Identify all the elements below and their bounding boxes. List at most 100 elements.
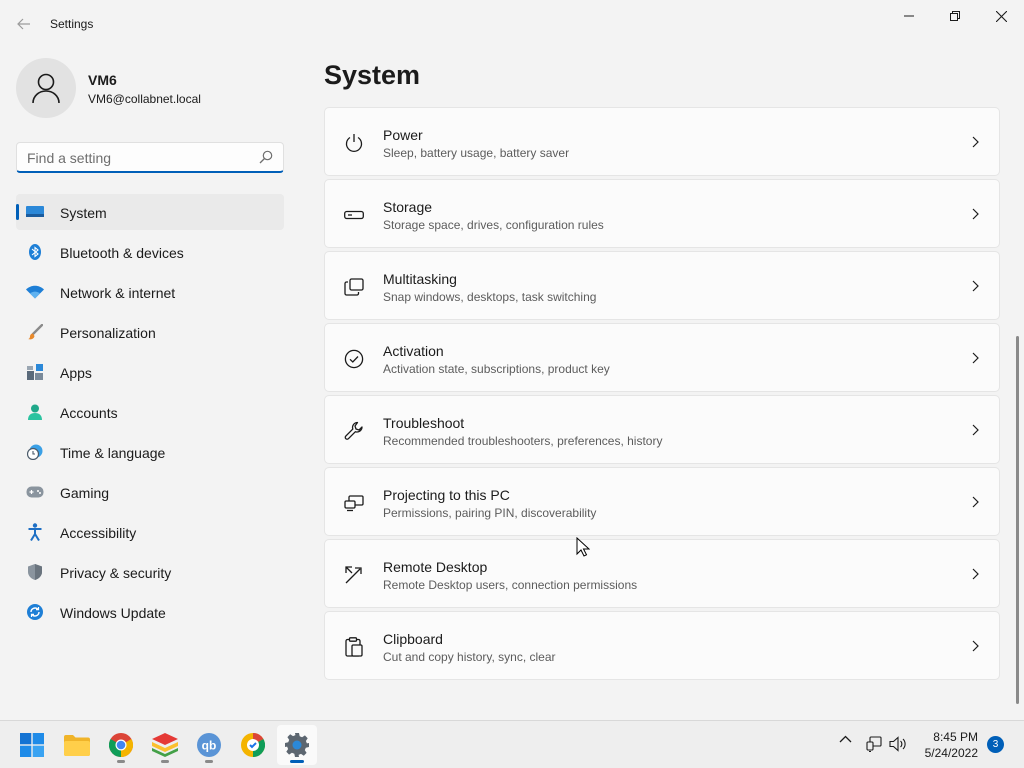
- card-description: Remote Desktop users, connection permiss…: [383, 578, 638, 592]
- clock-globe-icon: [26, 444, 44, 460]
- card-projecting[interactable]: Projecting to this PC Permissions, pairi…: [324, 467, 1000, 536]
- restore-icon: [950, 11, 960, 21]
- running-indicator: [117, 760, 125, 763]
- close-button[interactable]: [978, 4, 1024, 28]
- accessibility-icon: [26, 523, 44, 541]
- sidebar-item-label: Network & internet: [60, 285, 176, 301]
- network-icon[interactable]: [866, 736, 882, 752]
- notification-badge[interactable]: 3: [987, 736, 1004, 753]
- card-activation[interactable]: Activation Activation state, subscriptio…: [324, 323, 1000, 392]
- shield-icon: [26, 564, 44, 580]
- clock-time[interactable]: 8:45 PM: [916, 730, 978, 744]
- chevron-right-icon: [972, 280, 979, 292]
- restore-button[interactable]: [932, 4, 978, 28]
- avatar[interactable]: [16, 58, 76, 118]
- taskbar-settings[interactable]: [277, 725, 317, 765]
- taskbar-bluestacks[interactable]: [145, 725, 185, 765]
- gamepad-icon: [26, 484, 44, 500]
- sidebar-item-system[interactable]: System: [16, 194, 284, 230]
- card-title: Projecting to this PC: [383, 487, 510, 503]
- chevron-right-icon: [972, 208, 979, 220]
- sidebar-item-accounts[interactable]: Accounts: [16, 394, 284, 430]
- user-name: VM6: [88, 72, 117, 88]
- clipboard-icon: [343, 636, 365, 658]
- card-power[interactable]: Power Sleep, battery usage, battery save…: [324, 107, 1000, 176]
- taskbar-file-explorer[interactable]: [57, 725, 97, 765]
- storage-icon: [343, 204, 365, 226]
- sidebar-item-label: Privacy & security: [60, 565, 172, 581]
- chevron-right-icon: [972, 136, 979, 148]
- card-title: Activation: [383, 343, 444, 359]
- chrome-icon: [109, 733, 133, 757]
- sidebar-item-privacy-security[interactable]: Privacy & security: [16, 554, 284, 590]
- remote-desktop-icon: [343, 564, 365, 586]
- user-icon: [32, 73, 60, 104]
- volume-icon[interactable]: [889, 736, 907, 752]
- running-indicator: [161, 760, 169, 763]
- sidebar-item-time-language[interactable]: Time & language: [16, 434, 284, 470]
- sidebar-item-label: Time & language: [60, 445, 166, 461]
- chevron-right-icon: [972, 424, 979, 436]
- mouse-cursor-icon: [576, 537, 590, 557]
- search-icon[interactable]: [259, 150, 273, 164]
- power-icon: [343, 132, 365, 154]
- chevron-right-icon: [972, 496, 979, 508]
- sidebar-item-windows-update[interactable]: Windows Update: [16, 594, 284, 630]
- sidebar-item-gaming[interactable]: Gaming: [16, 474, 284, 510]
- card-multitasking[interactable]: Multitasking Snap windows, desktops, tas…: [324, 251, 1000, 320]
- card-title: Troubleshoot: [383, 415, 465, 431]
- taskbar-browser[interactable]: [233, 725, 273, 765]
- card-description: Snap windows, desktops, task switching: [383, 290, 597, 304]
- minimize-button[interactable]: [886, 4, 932, 28]
- apps-icon: [26, 364, 44, 380]
- sidebar-item-label: Bluetooth & devices: [60, 245, 184, 261]
- bluetooth-icon: [26, 244, 44, 260]
- card-clipboard[interactable]: Clipboard Cut and copy history, sync, cl…: [324, 611, 1000, 680]
- search-box[interactable]: [16, 142, 284, 173]
- sidebar-nav: System Bluetooth & devices Network & int…: [16, 194, 284, 634]
- taskbar-chrome[interactable]: [101, 725, 141, 765]
- back-button[interactable]: [10, 12, 38, 36]
- chevron-up-icon[interactable]: [839, 735, 852, 743]
- update-icon: [26, 604, 44, 620]
- card-title: Storage: [383, 199, 433, 215]
- multitasking-icon: [343, 276, 365, 298]
- page-title: System: [324, 60, 421, 90]
- account-icon: [26, 404, 44, 420]
- taskbar-qbittorrent[interactable]: qb: [189, 725, 229, 765]
- card-title: Remote Desktop: [383, 559, 488, 575]
- app-title: Settings: [50, 17, 94, 31]
- card-remote-desktop[interactable]: Remote Desktop Remote Desktop users, con…: [324, 539, 1000, 608]
- sidebar-item-personalization[interactable]: Personalization: [16, 314, 284, 350]
- sidebar-item-label: Personalization: [60, 325, 156, 341]
- close-icon: [995, 10, 1007, 22]
- bluestacks-icon: [152, 733, 178, 757]
- card-description: Cut and copy history, sync, clear: [383, 650, 556, 664]
- sidebar-item-label: Accounts: [60, 405, 118, 421]
- card-title: Power: [383, 127, 423, 143]
- search-input[interactable]: [27, 149, 247, 167]
- sidebar-item-apps[interactable]: Apps: [16, 354, 284, 390]
- card-title: Clipboard: [383, 631, 443, 647]
- card-description: Activation state, subscriptions, product…: [383, 362, 610, 376]
- sidebar-item-accessibility[interactable]: Accessibility: [16, 514, 284, 550]
- settings-list: Power Sleep, battery usage, battery save…: [324, 107, 1000, 683]
- chevron-right-icon: [972, 568, 979, 580]
- clock-date[interactable]: 5/24/2022: [916, 746, 978, 760]
- wrench-icon: [343, 420, 365, 442]
- sidebar-item-network[interactable]: Network & internet: [16, 274, 284, 310]
- active-indicator: [290, 760, 304, 763]
- card-storage[interactable]: Storage Storage space, drives, configura…: [324, 179, 1000, 248]
- scrollbar-thumb[interactable]: [1016, 336, 1019, 704]
- running-indicator: [205, 760, 213, 763]
- folder-icon: [64, 735, 90, 756]
- start-button[interactable]: [12, 725, 52, 765]
- card-description: Permissions, pairing PIN, discoverabilit…: [383, 506, 597, 520]
- card-description: Sleep, battery usage, battery saver: [383, 146, 570, 160]
- user-email: VM6@collabnet.local: [88, 92, 201, 106]
- sidebar-item-bluetooth[interactable]: Bluetooth & devices: [16, 234, 284, 270]
- brush-icon: [26, 324, 44, 340]
- sidebar-item-label: Accessibility: [60, 525, 137, 541]
- card-troubleshoot[interactable]: Troubleshoot Recommended troubleshooters…: [324, 395, 1000, 464]
- browser-icon: [241, 733, 265, 757]
